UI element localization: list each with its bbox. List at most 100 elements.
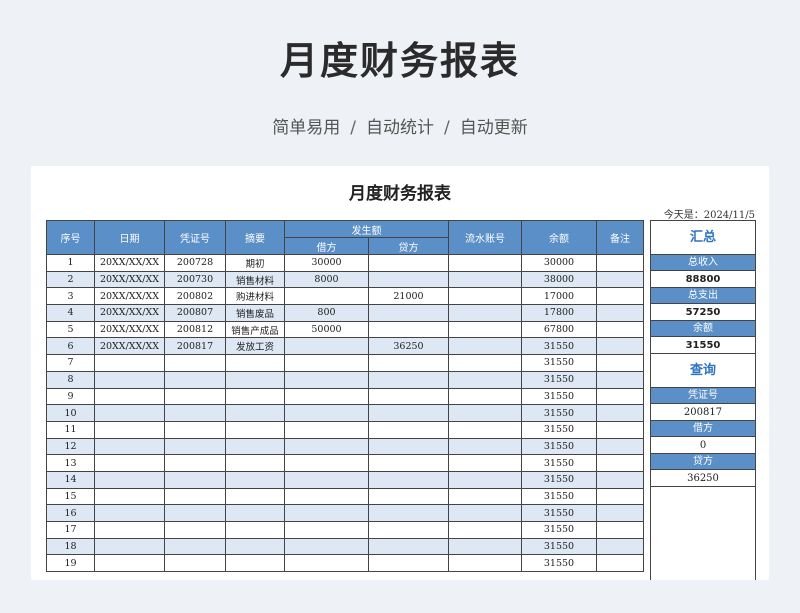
cell-voucher[interactable] <box>164 487 226 506</box>
cell-summary[interactable] <box>225 470 285 489</box>
cell-serial[interactable] <box>448 470 522 489</box>
cell-serial[interactable] <box>448 454 522 472</box>
cell-voucher[interactable]: 200807 <box>164 304 226 322</box>
cell-balance[interactable]: 31550 <box>521 554 597 573</box>
cell-credit[interactable] <box>368 387 449 406</box>
cell-debit[interactable] <box>284 287 369 306</box>
cell-voucher[interactable] <box>164 470 226 489</box>
cell-serial[interactable] <box>448 487 522 506</box>
cell-credit[interactable] <box>368 254 449 272</box>
header-amount-group[interactable]: 发生额 <box>284 220 449 238</box>
cell-date[interactable] <box>94 470 165 489</box>
cell-seq[interactable]: 8 <box>46 370 95 389</box>
cell-credit[interactable] <box>368 487 449 506</box>
cell-balance[interactable]: 31550 <box>521 454 597 472</box>
cell-note[interactable] <box>596 454 644 472</box>
cell-voucher[interactable] <box>164 404 226 422</box>
cell-summary[interactable]: 期初 <box>225 254 285 272</box>
cell-debit[interactable]: 30000 <box>284 254 369 272</box>
header-note[interactable]: 备注 <box>596 220 644 255</box>
cell-seq[interactable]: 1 <box>46 254 95 272</box>
cell-summary[interactable] <box>225 437 285 456</box>
cell-date[interactable] <box>94 370 165 389</box>
header-serial[interactable]: 流水账号 <box>448 220 522 255</box>
cell-seq[interactable]: 12 <box>46 437 95 456</box>
cell-debit[interactable] <box>284 420 369 439</box>
cell-credit[interactable] <box>368 404 449 422</box>
cell-voucher[interactable] <box>164 521 226 539</box>
cell-summary[interactable] <box>225 554 285 573</box>
cell-serial[interactable] <box>448 354 522 372</box>
cell-date[interactable]: 20XX/XX/XX <box>94 304 165 322</box>
query-debit-value[interactable]: 0 <box>651 437 755 454</box>
cell-balance[interactable]: 31550 <box>521 487 597 506</box>
cell-credit[interactable] <box>368 420 449 439</box>
cell-credit[interactable] <box>368 320 449 339</box>
cell-note[interactable] <box>596 487 644 506</box>
cell-note[interactable] <box>596 320 644 339</box>
cell-note[interactable] <box>596 287 644 306</box>
cell-balance[interactable]: 31550 <box>521 470 597 489</box>
cell-note[interactable] <box>596 521 644 539</box>
cell-serial[interactable] <box>448 287 522 306</box>
cell-note[interactable] <box>596 354 644 372</box>
cell-serial[interactable] <box>448 554 522 573</box>
cell-credit[interactable] <box>368 454 449 472</box>
cell-credit[interactable] <box>368 270 449 289</box>
header-seq[interactable]: 序号 <box>46 220 95 255</box>
cell-credit[interactable] <box>368 504 449 522</box>
cell-credit[interactable] <box>368 304 449 322</box>
cell-seq[interactable]: 4 <box>46 304 95 322</box>
cell-date[interactable] <box>94 354 165 372</box>
cell-debit[interactable] <box>284 554 369 573</box>
cell-voucher[interactable] <box>164 354 226 372</box>
cell-debit[interactable] <box>284 387 369 406</box>
cell-seq[interactable]: 10 <box>46 404 95 422</box>
header-balance[interactable]: 余额 <box>521 220 597 255</box>
cell-serial[interactable] <box>448 404 522 422</box>
cell-seq[interactable]: 13 <box>46 454 95 472</box>
cell-voucher[interactable]: 200817 <box>164 337 226 356</box>
cell-serial[interactable] <box>448 387 522 406</box>
cell-balance[interactable]: 30000 <box>521 254 597 272</box>
cell-seq[interactable]: 15 <box>46 487 95 506</box>
cell-summary[interactable] <box>225 487 285 506</box>
cell-balance[interactable]: 31550 <box>521 387 597 406</box>
header-credit[interactable]: 贷方 <box>368 237 449 255</box>
cell-note[interactable] <box>596 470 644 489</box>
cell-note[interactable] <box>596 437 644 456</box>
cell-voucher[interactable] <box>164 420 226 439</box>
cell-note[interactable] <box>596 370 644 389</box>
cell-summary[interactable]: 销售废品 <box>225 304 285 322</box>
cell-balance[interactable]: 31550 <box>521 370 597 389</box>
balance-value[interactable]: 31550 <box>651 337 755 354</box>
cell-date[interactable] <box>94 387 165 406</box>
cell-summary[interactable] <box>225 537 285 556</box>
header-date[interactable]: 日期 <box>94 220 165 255</box>
cell-debit[interactable] <box>284 521 369 539</box>
cell-balance[interactable]: 31550 <box>521 504 597 522</box>
cell-note[interactable] <box>596 254 644 272</box>
cell-summary[interactable] <box>225 370 285 389</box>
cell-note[interactable] <box>596 404 644 422</box>
cell-voucher[interactable]: 200802 <box>164 287 226 306</box>
cell-voucher[interactable]: 200812 <box>164 320 226 339</box>
cell-serial[interactable] <box>448 320 522 339</box>
cell-date[interactable] <box>94 521 165 539</box>
cell-date[interactable] <box>94 454 165 472</box>
cell-date[interactable]: 20XX/XX/XX <box>94 320 165 339</box>
cell-seq[interactable]: 6 <box>46 337 95 356</box>
cell-serial[interactable] <box>448 521 522 539</box>
cell-summary[interactable] <box>225 454 285 472</box>
cell-seq[interactable]: 5 <box>46 320 95 339</box>
cell-date[interactable] <box>94 537 165 556</box>
cell-debit[interactable] <box>284 537 369 556</box>
cell-voucher[interactable]: 200730 <box>164 270 226 289</box>
cell-debit[interactable] <box>284 487 369 506</box>
cell-debit[interactable] <box>284 437 369 456</box>
cell-balance[interactable]: 31550 <box>521 354 597 372</box>
header-voucher[interactable]: 凭证号 <box>164 220 226 255</box>
cell-debit[interactable] <box>284 454 369 472</box>
query-voucher-input[interactable]: 200817 <box>651 404 755 421</box>
cell-balance[interactable]: 31550 <box>521 437 597 456</box>
